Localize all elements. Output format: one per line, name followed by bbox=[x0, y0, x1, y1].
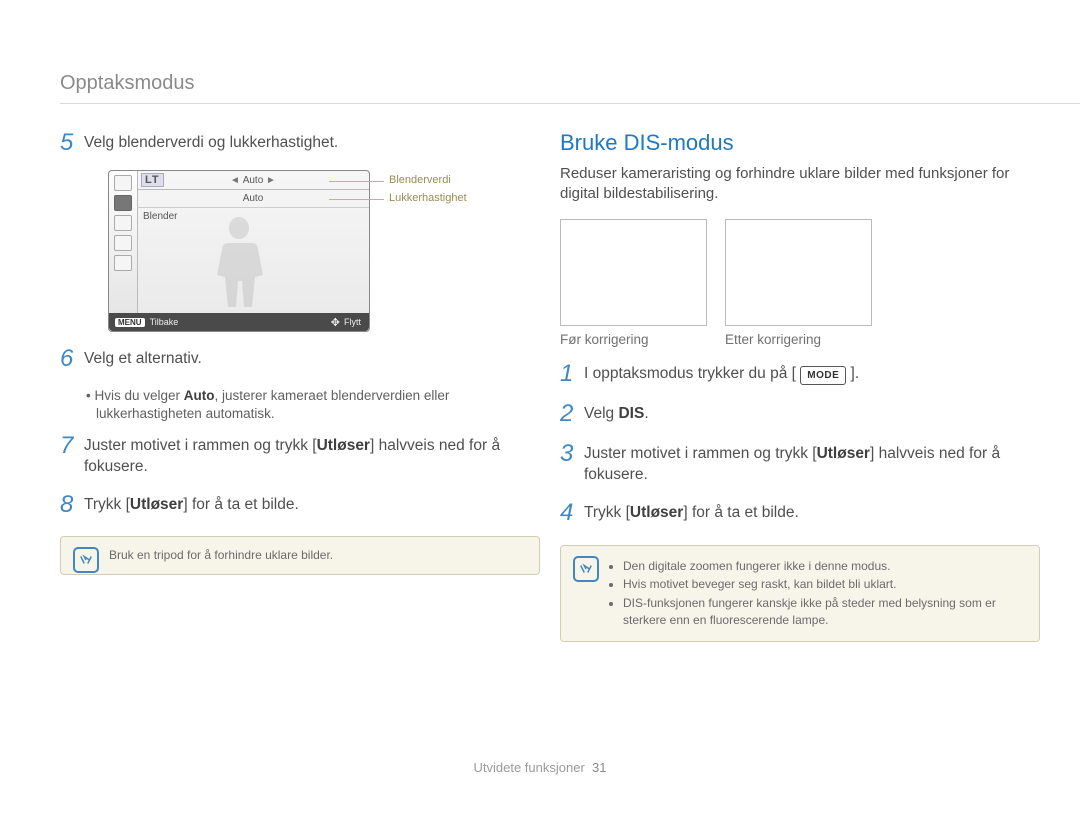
footer-section: Utvidete funksjoner bbox=[474, 760, 585, 775]
lcd-back-label: Tilbake bbox=[150, 317, 179, 327]
step-2: 2 Velg DIS. bbox=[560, 401, 1040, 427]
lcd-move-icon: ✥ bbox=[331, 316, 340, 329]
step-number: 2 bbox=[560, 401, 584, 427]
step-7: 7 Juster motivet i rammen og trykk [Utlø… bbox=[60, 433, 540, 478]
page-section-title: Opptaksmodus bbox=[60, 72, 195, 95]
step-text: Velg DIS. bbox=[584, 401, 1040, 427]
lcd-move-label: Flytt bbox=[344, 317, 361, 327]
step-3: 3 Juster motivet i rammen og trykk [Utlø… bbox=[560, 441, 1040, 486]
note-icon bbox=[73, 547, 99, 573]
step-text: I opptaksmodus trykker du på [ MODE ]. bbox=[584, 361, 1040, 387]
callout-line bbox=[329, 199, 384, 200]
note-item: Hvis motivet beveger seg raskt, kan bild… bbox=[623, 576, 1025, 593]
step-6-bullet: • Hvis du velger Auto, justerer kameraet… bbox=[84, 387, 540, 423]
note-icon bbox=[573, 556, 599, 582]
lcd-auto-1: Auto bbox=[243, 175, 264, 186]
footer-page-number: 31 bbox=[592, 760, 606, 775]
sidebar-icon bbox=[114, 255, 132, 271]
step-text: Velg et alternativ. bbox=[84, 346, 540, 372]
step-4: 4 Trykk [Utløser] for å ta et bilde. bbox=[560, 500, 1040, 526]
note-box-left: Bruk en tripod for å forhindre uklare bi… bbox=[60, 536, 540, 575]
step-number: 3 bbox=[560, 441, 584, 486]
step-text: Juster motivet i rammen og trykk [Utløse… bbox=[84, 433, 540, 478]
step-number: 8 bbox=[60, 492, 84, 518]
section-description: Reduser kameraristing og forhindre uklar… bbox=[560, 164, 1040, 205]
note-item: DIS-funksjonen fungerer kanskje ikke på … bbox=[623, 595, 1025, 629]
callout-blenderverdi: Blenderverdi bbox=[389, 174, 451, 186]
step-8: 8 Trykk [Utløser] for å ta et bilde. bbox=[60, 492, 540, 518]
lcd-auto-2: Auto bbox=[243, 193, 264, 204]
callout-line bbox=[329, 181, 384, 182]
sample-image-placeholder bbox=[725, 219, 872, 326]
sample-image-placeholder bbox=[560, 219, 707, 326]
mode-button-label: MODE bbox=[800, 366, 846, 385]
lcd-arrow-right-icon: ► bbox=[263, 175, 276, 186]
step-number: 7 bbox=[60, 433, 84, 478]
lcd-silhouette-icon bbox=[204, 211, 274, 309]
lcd-sidebar bbox=[109, 171, 138, 313]
sidebar-icon bbox=[114, 215, 132, 231]
step-text: Trykk [Utløser] for å ta et bilde. bbox=[584, 500, 1040, 526]
lcd-blender-label: Blender bbox=[143, 211, 177, 222]
lcd-preview: LT ◄ Auto ► Auto Blender MENU Tilbake bbox=[84, 170, 540, 332]
sample-before: Før korrigering bbox=[560, 219, 705, 347]
page-footer: Utvidete funksjoner 31 bbox=[0, 760, 1080, 775]
step-text: Velg blenderverdi og lukkerhastighet. bbox=[84, 130, 540, 156]
step-text: Trykk [Utløser] for å ta et bilde. bbox=[84, 492, 540, 518]
note-item: Den digitale zoomen fungerer ikke i denn… bbox=[623, 558, 1025, 575]
note-text: Bruk en tripod for å forhindre uklare bi… bbox=[109, 548, 333, 562]
callout-lukkerhastighet: Lukkerhastighet bbox=[389, 192, 467, 204]
section-title: Bruke DIS-modus bbox=[560, 130, 1040, 156]
sample-caption: Før korrigering bbox=[560, 332, 705, 347]
step-number: 4 bbox=[560, 500, 584, 526]
lcd-arrow-left-icon: ◄ bbox=[230, 175, 243, 186]
lcd-menu-button: MENU bbox=[115, 318, 145, 327]
sample-caption: Etter korrigering bbox=[725, 332, 870, 347]
sidebar-icon bbox=[114, 235, 132, 251]
step-6: 6 Velg et alternativ. bbox=[60, 346, 540, 372]
sidebar-icon bbox=[114, 175, 132, 191]
step-text: Juster motivet i rammen og trykk [Utløse… bbox=[584, 441, 1040, 486]
sidebar-icon bbox=[114, 195, 132, 211]
step-1: 1 I opptaksmodus trykker du på [ MODE ]. bbox=[560, 361, 1040, 387]
note-box-right: Den digitale zoomen fungerer ikke i denn… bbox=[560, 545, 1040, 642]
divider bbox=[60, 103, 1080, 104]
step-number: 6 bbox=[60, 346, 84, 372]
lcd-lt-badge: LT bbox=[141, 173, 164, 187]
step-number: 5 bbox=[60, 130, 84, 156]
step-5: 5 Velg blenderverdi og lukkerhastighet. bbox=[60, 130, 540, 156]
sample-after: Etter korrigering bbox=[725, 219, 870, 347]
step-number: 1 bbox=[560, 361, 584, 387]
